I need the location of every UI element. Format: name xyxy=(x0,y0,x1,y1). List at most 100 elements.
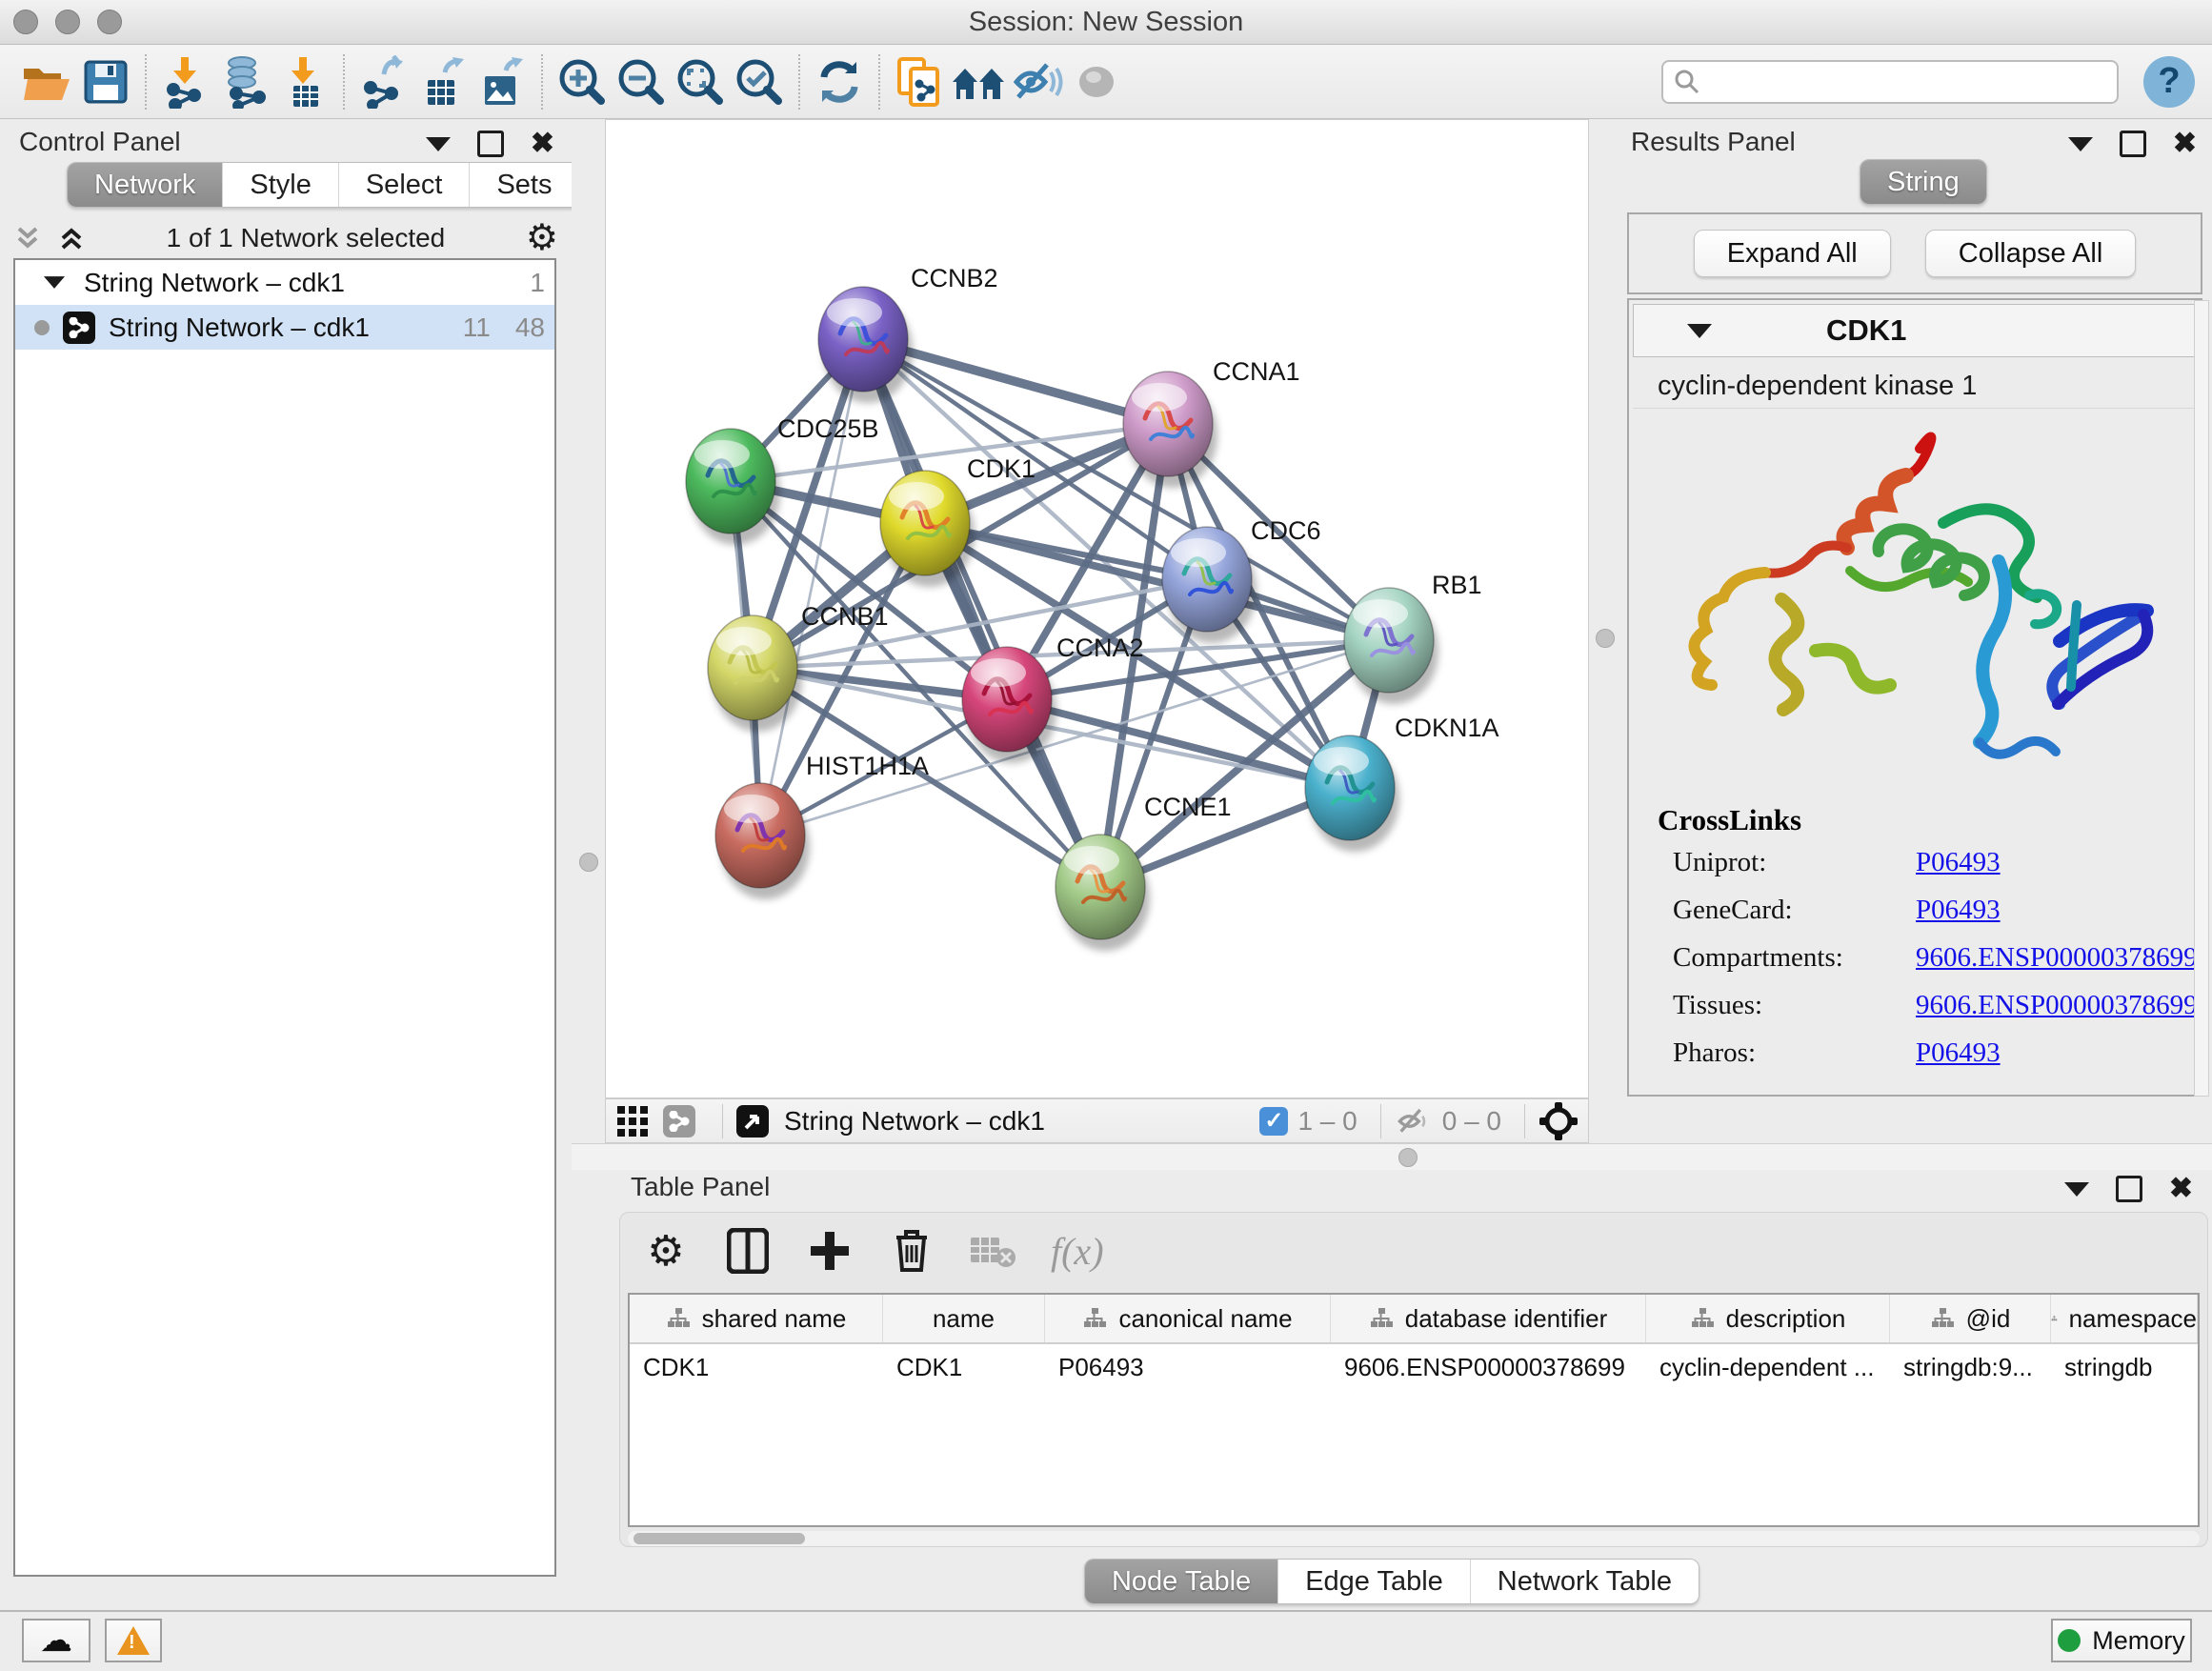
gene-section-header[interactable]: CDK1 xyxy=(1633,304,2197,357)
collapse-all-icon[interactable] xyxy=(13,223,42,253)
column-header-shared-name[interactable]: shared name xyxy=(630,1295,883,1342)
crosslink-link[interactable]: 9606.ENSP00000378699 xyxy=(1916,990,2198,1021)
crosslink-row: Pharos:P06493 xyxy=(1673,1037,2201,1069)
tab-network-table[interactable]: Network Table xyxy=(1470,1560,1699,1603)
selected-count: 1 – 0 xyxy=(1297,1106,1357,1137)
column-header-canonical-name[interactable]: canonical name xyxy=(1045,1295,1331,1342)
collapse-all-button[interactable]: Collapse All xyxy=(1925,230,2137,277)
table-container: ⚙ f(x) shared namenamecanonical namedata… xyxy=(619,1212,2208,1547)
tab-edge-table[interactable]: Edge Table xyxy=(1277,1560,1470,1603)
expand-all-icon[interactable] xyxy=(57,223,86,253)
crosslink-link[interactable]: P06493 xyxy=(1916,895,2001,926)
help-button[interactable]: ? xyxy=(2143,56,2195,108)
tab-style[interactable]: Style xyxy=(222,163,337,207)
close-panel-icon[interactable]: ✖ xyxy=(531,133,554,154)
node-HIST1H1A[interactable] xyxy=(715,783,810,899)
expand-all-button[interactable]: Expand All xyxy=(1694,230,1891,277)
warning-icon: ! xyxy=(117,1626,150,1655)
column-header-namespace[interactable]: namespace xyxy=(2051,1295,2198,1342)
tab-node-table[interactable]: Node Table xyxy=(1085,1560,1277,1603)
column-header-description[interactable]: description xyxy=(1646,1295,1890,1342)
right-splitter[interactable] xyxy=(1589,119,1619,1143)
first-neighbors-button[interactable] xyxy=(949,54,1008,110)
memory-button[interactable]: Memory xyxy=(2051,1619,2192,1662)
tree-row-label: String Network – cdk1 xyxy=(84,268,505,298)
control-panel-tabs: NetworkStyleSelectSets xyxy=(67,162,579,208)
tab-sets[interactable]: Sets xyxy=(469,163,578,207)
table-panel: Table Panel ✖ ⚙ f(x) shared namenamecano… xyxy=(572,1170,2212,1610)
zoom-out-button[interactable] xyxy=(612,54,671,110)
table-cell: stringdb xyxy=(2051,1344,2198,1390)
left-splitter[interactable] xyxy=(572,119,605,1143)
crosslink-link[interactable]: 9606.ENSP00000378699 xyxy=(1916,942,2198,974)
results-scrollbar[interactable] xyxy=(2194,300,2209,1097)
search-input[interactable] xyxy=(1701,66,2107,97)
refresh-button[interactable] xyxy=(810,54,869,110)
zoom-selected-button[interactable] xyxy=(730,54,789,110)
node-CCNA2[interactable] xyxy=(962,647,1056,763)
table-gear-icon[interactable]: ⚙ xyxy=(641,1226,691,1276)
grid-view-icon[interactable] xyxy=(615,1104,650,1138)
node-CDKN1A[interactable] xyxy=(1305,735,1399,852)
zoom-in-button[interactable] xyxy=(553,54,612,110)
tab-select[interactable]: Select xyxy=(338,163,470,207)
cloud-status-button[interactable]: ☁ xyxy=(22,1619,90,1662)
collapse-panel-icon[interactable] xyxy=(2068,137,2093,151)
warnings-button[interactable]: ! xyxy=(105,1619,162,1662)
show-all-button[interactable] xyxy=(1067,54,1126,110)
import-table-button[interactable] xyxy=(274,54,333,110)
selected-nodes-checkbox[interactable]: ✓ xyxy=(1259,1107,1288,1136)
node-RB1[interactable] xyxy=(1344,588,1438,704)
tree-row-collection[interactable]: String Network – cdk11 xyxy=(15,260,554,305)
import-network-from-database-button[interactable] xyxy=(215,54,274,110)
crosslink-label: GeneCard: xyxy=(1673,895,1916,926)
birdseye-crosshair-icon[interactable] xyxy=(1538,1101,1579,1141)
table-row[interactable]: CDK1CDK1P064939606.ENSP00000378699cyclin… xyxy=(630,1344,2198,1390)
control-panel: Control Panel ✖ NetworkStyleSelectSets 1… xyxy=(0,119,573,1610)
string-results-content: CDK1 cyclin-dependent kinase 1 xyxy=(1627,298,2202,1097)
close-panel-icon[interactable]: ✖ xyxy=(2169,1178,2193,1199)
column-header-name[interactable]: name xyxy=(883,1295,1045,1342)
node-CCNB2[interactable] xyxy=(818,287,913,403)
horizontal-splitter[interactable] xyxy=(572,1143,2212,1172)
node-CDK1[interactable] xyxy=(880,471,975,587)
close-panel-icon[interactable]: ✖ xyxy=(2173,133,2197,154)
collapse-panel-icon[interactable] xyxy=(2064,1182,2089,1197)
float-panel-icon[interactable] xyxy=(2116,1176,2142,1202)
table-hscrollbar[interactable] xyxy=(628,1531,2200,1546)
collapse-panel-icon[interactable] xyxy=(426,137,451,151)
column-header-database-identifier[interactable]: database identifier xyxy=(1331,1295,1646,1342)
gear-icon[interactable]: ⚙ xyxy=(526,220,558,256)
show-columns-icon[interactable] xyxy=(723,1226,773,1276)
hide-selected-button[interactable] xyxy=(1008,54,1067,110)
export-table-button[interactable] xyxy=(413,54,473,110)
network-tree: String Network – cdk11String Network – c… xyxy=(13,258,556,1577)
float-panel-icon[interactable] xyxy=(2120,131,2146,157)
copy-style-button[interactable] xyxy=(890,54,949,110)
open-session-button[interactable] xyxy=(17,54,76,110)
crosslink-link[interactable]: P06493 xyxy=(1916,847,2001,878)
save-session-button[interactable] xyxy=(76,54,135,110)
network-canvas[interactable]: CCNB2 CCNA1 CDC25B CDK1 CDC6 RB1 CCNB1 C… xyxy=(605,119,1589,1098)
add-column-icon[interactable] xyxy=(805,1226,855,1276)
float-panel-icon[interactable] xyxy=(477,131,504,157)
network-badge-icon[interactable] xyxy=(663,1105,695,1137)
detach-view-icon[interactable] xyxy=(736,1105,769,1137)
collapse-section-icon[interactable] xyxy=(1687,324,1712,338)
export-network-button[interactable] xyxy=(354,54,413,110)
export-image-button[interactable] xyxy=(473,54,532,110)
zoom-fit-button[interactable] xyxy=(671,54,730,110)
tab-string[interactable]: String xyxy=(1860,160,1986,204)
tab-network[interactable]: Network xyxy=(68,163,222,207)
crosslink-row: Tissues:9606.ENSP00000378699 xyxy=(1673,990,2201,1021)
tree-row-network[interactable]: String Network – cdk11148 xyxy=(15,305,554,350)
import-network-button[interactable] xyxy=(156,54,215,110)
column-header--id[interactable]: @id xyxy=(1890,1295,2051,1342)
tree-expander-icon[interactable] xyxy=(44,276,65,289)
crosslink-link[interactable]: P06493 xyxy=(1916,1037,2001,1069)
crosslink-row: GeneCard:P06493 xyxy=(1673,895,2201,926)
node-label-CCNB1: CCNB1 xyxy=(801,602,889,631)
table-cell: 9606.ENSP00000378699 xyxy=(1331,1344,1646,1390)
tree-row-count: 11 xyxy=(463,312,491,343)
delete-column-icon[interactable] xyxy=(887,1226,936,1276)
